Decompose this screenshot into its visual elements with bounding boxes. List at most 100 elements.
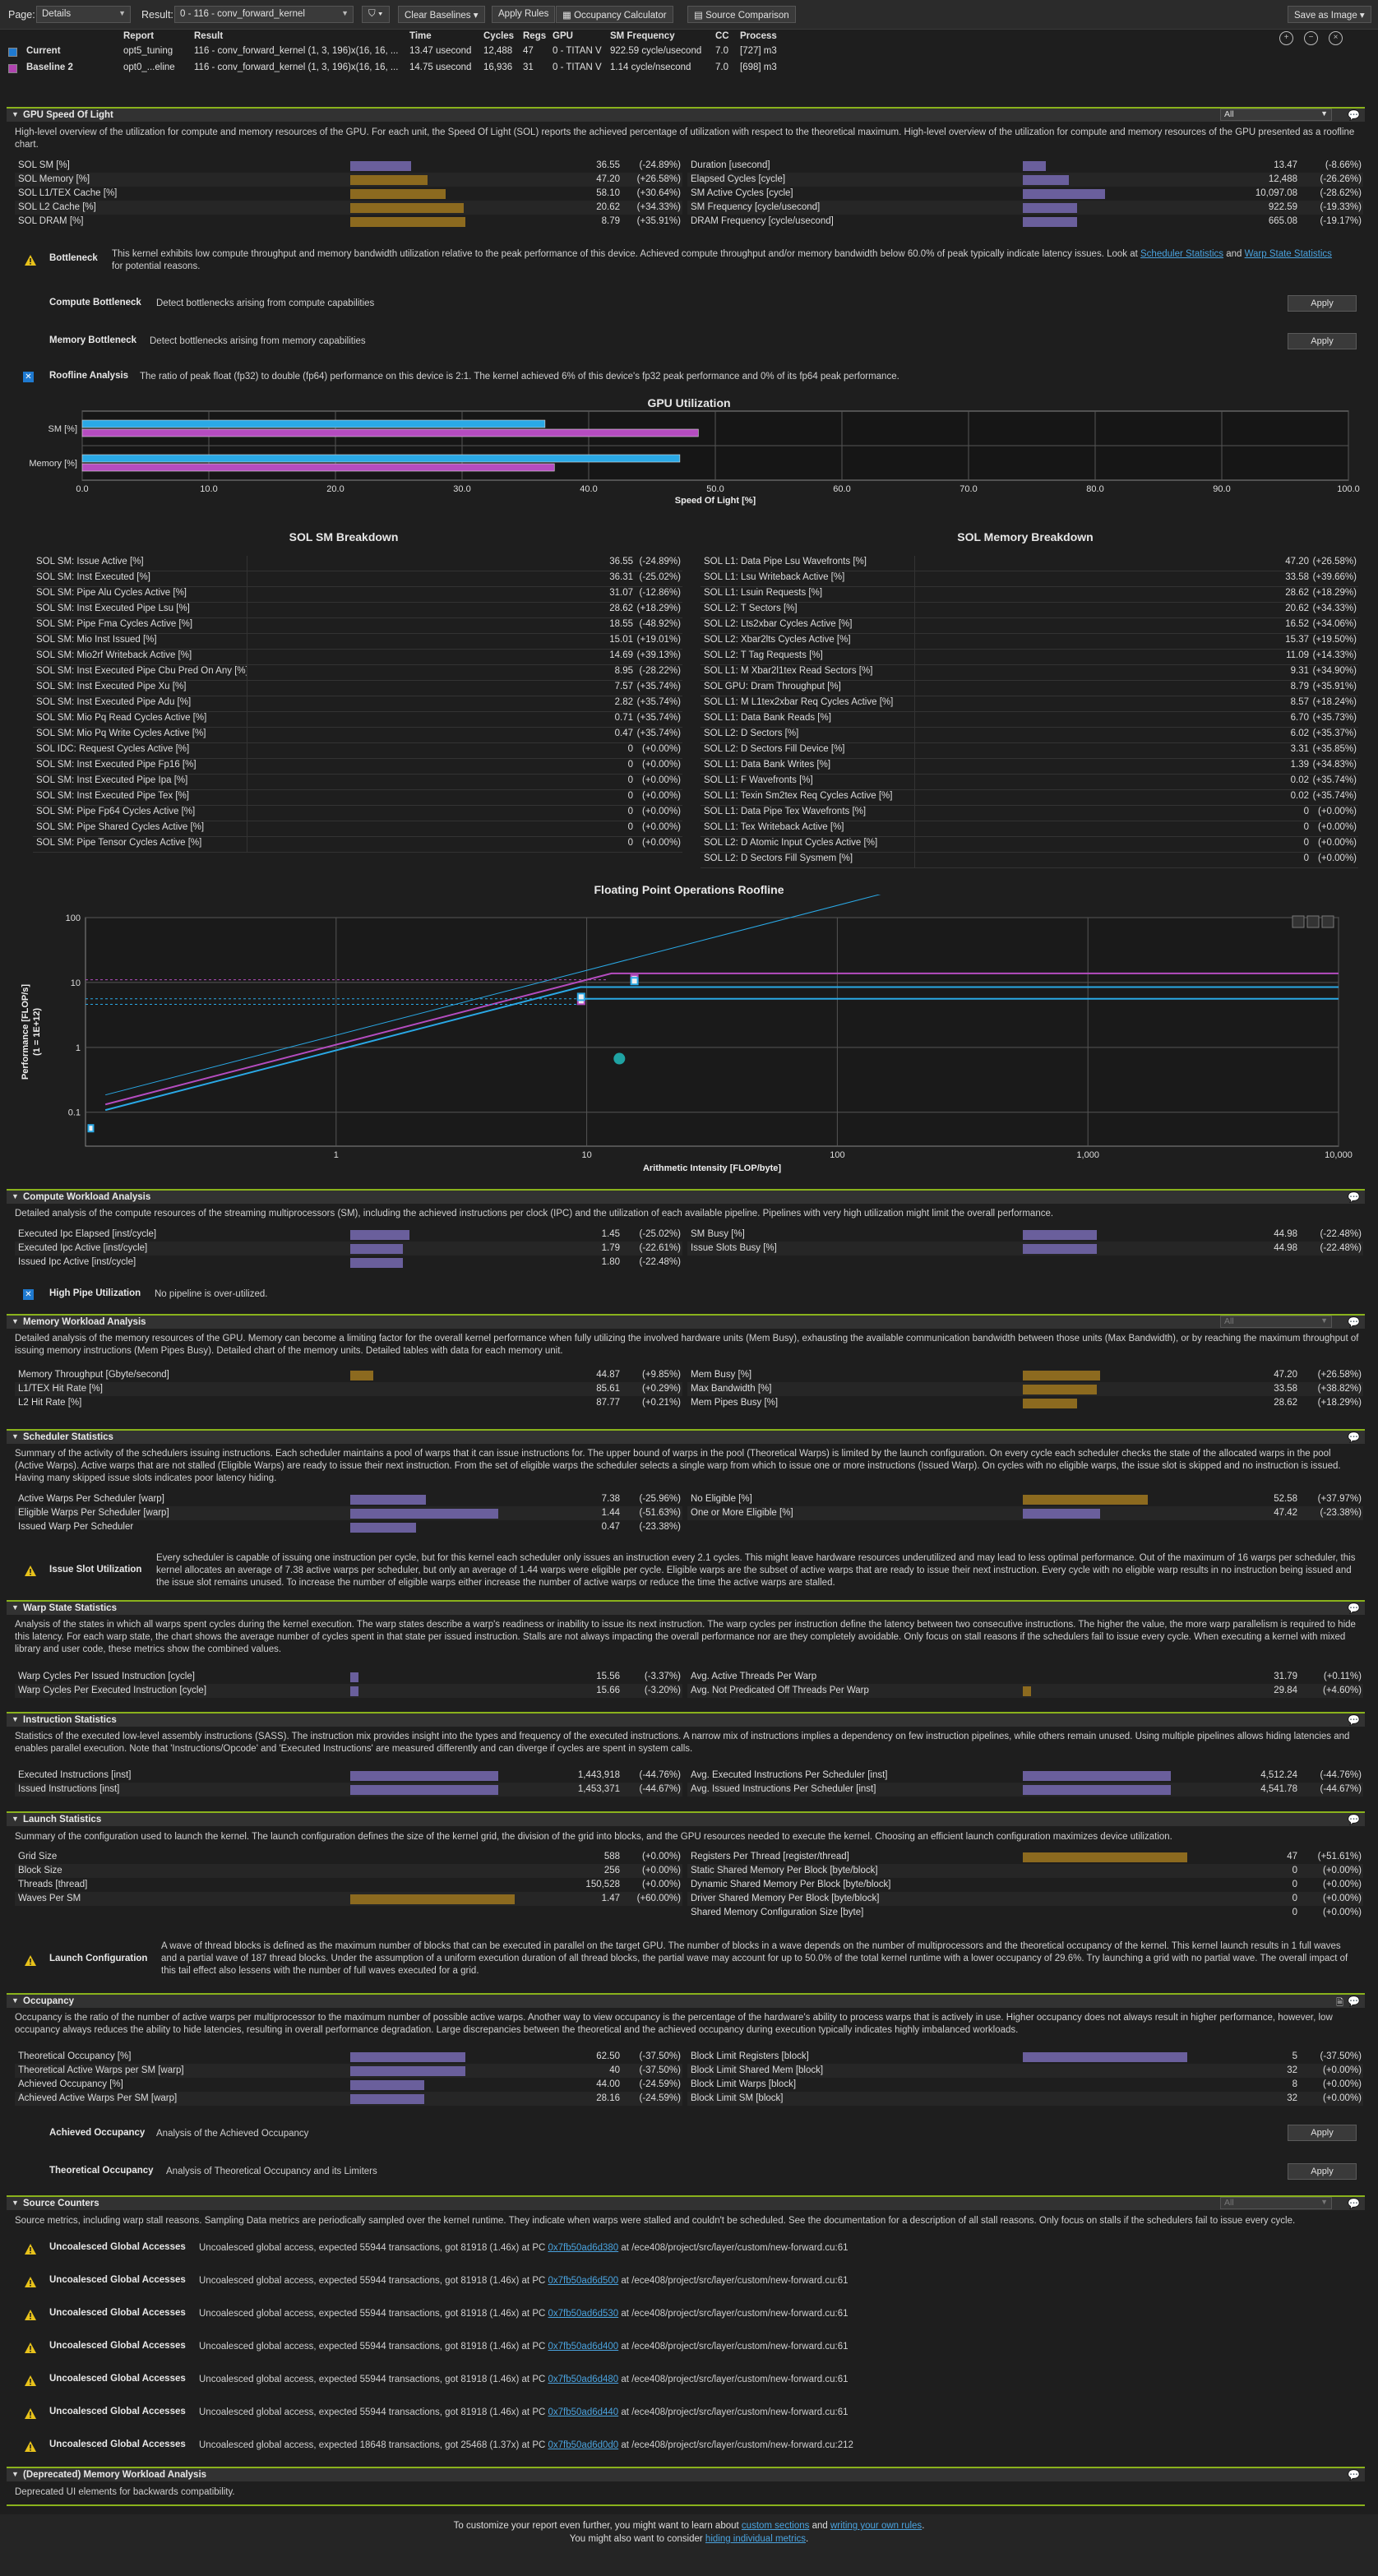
collapse-triangle-icon[interactable]: ▼ <box>12 1603 19 1612</box>
pc-link[interactable]: 0x7fb50ad6d0d0 <box>548 2440 619 2450</box>
section-title: Instruction Statistics <box>23 1715 117 1725</box>
metric-delta: (-22.48%) <box>1320 1229 1362 1239</box>
metric-value: 1.79 <box>601 1243 620 1253</box>
comment-icon[interactable]: 💬 <box>1348 1996 1360 2007</box>
calculator-icon: ▦ <box>562 11 575 21</box>
collapse-triangle-icon[interactable]: ▼ <box>12 2199 19 2207</box>
breakdown-delta: (-25.02%) <box>639 572 682 582</box>
section-header-source-counters[interactable]: ▼ Source Counters All ▼ 💬 <box>7 2195 1365 2210</box>
breakdown-row: SOL SM: Mio Pq Write Cycles Active [%] 0.… <box>33 728 682 743</box>
breakdown-row: SOL L2: D Atomic Input Cycles Active [%]… <box>701 837 1358 853</box>
comment-icon[interactable]: 💬 <box>1348 2198 1360 2209</box>
result-select[interactable]: 0 - 116 - conv_forward_kernel ▼ <box>174 6 354 23</box>
baseline-color-swatch[interactable] <box>8 64 17 73</box>
result-label: Result: <box>141 9 173 21</box>
collapse-triangle-icon[interactable]: ▼ <box>12 1432 19 1441</box>
section-filter-select[interactable]: All ▼ <box>1220 1316 1332 1328</box>
collapse-triangle-icon[interactable]: ▼ <box>12 1192 19 1200</box>
x-tick-label: 1 <box>334 1150 339 1160</box>
achieved-occupancy-apply-button[interactable]: Apply <box>1288 2125 1357 2141</box>
section-header-deprecated-memory-workload[interactable]: ▼ (Deprecated) Memory Workload Analysis 💬 <box>7 2467 1365 2481</box>
section-header-occupancy[interactable]: ▼ Occupancy 🗎 💬 <box>7 1993 1365 2008</box>
metric-row: Executed Ipc Elapsed [inst/cycle] 1.45 (-2… <box>15 1228 682 1242</box>
compute-bottleneck-apply-button[interactable]: Apply <box>1288 295 1357 312</box>
comment-icon[interactable]: 💬 <box>1348 1602 1360 1614</box>
metric-row: SOL DRAM [%] 8.79 (+35.91%) <box>15 215 682 229</box>
collapse-triangle-icon[interactable]: ▼ <box>12 2470 19 2478</box>
tick-label: 40.0 <box>580 484 597 494</box>
theoretical-occupancy-apply-button[interactable]: Apply <box>1288 2163 1357 2180</box>
collapse-triangle-icon[interactable]: ▼ <box>12 1996 19 2005</box>
comment-icon[interactable]: 💬 <box>1348 1714 1360 1726</box>
metric-name: Active Warps Per Scheduler [warp] <box>18 1494 164 1504</box>
hiding-metrics-link[interactable]: hiding individual metrics <box>705 2534 806 2544</box>
page-select[interactable]: Details ▼ <box>36 6 131 23</box>
collapse-triangle-icon[interactable]: ▼ <box>12 1815 19 1823</box>
source-comparison-button[interactable]: ▤ Source Comparison <box>687 6 796 23</box>
comment-icon[interactable]: 💬 <box>1348 109 1360 121</box>
section-header-warp-state-statistics[interactable]: ▼ Warp State Statistics 💬 <box>7 1600 1365 1615</box>
comment-icon[interactable]: 💬 <box>1348 1191 1360 1203</box>
breakdown-row: SOL IDC: Request Cycles Active [%] 0 (+0.0… <box>33 743 682 759</box>
chevron-down-icon: ▼ <box>1320 1316 1328 1325</box>
breakdown-metric-name: SOL SM: Pipe Shared Cycles Active [%] <box>36 822 205 832</box>
uncoalesced-body: Uncoalesced global access, expected 5594… <box>199 2407 546 2417</box>
save-as-image-button[interactable]: Save as Image ▾ <box>1288 6 1371 23</box>
baseline-color-swatch[interactable] <box>8 48 17 57</box>
zoom-out-icon <box>1306 915 1320 928</box>
pc-link[interactable]: 0x7fb50ad6d380 <box>548 2243 619 2253</box>
divider <box>914 837 915 852</box>
section-header-instruction-statistics[interactable]: ▼ Instruction Statistics 💬 <box>7 1712 1365 1727</box>
section-header-launch-statistics[interactable]: ▼ Launch Statistics 💬 <box>7 1811 1365 1826</box>
pc-link[interactable]: 0x7fb50ad6d530 <box>548 2309 619 2319</box>
section-header-memory-workload-analysis[interactable]: ▼ Memory Workload Analysis All ▼ 💬 <box>7 1314 1365 1329</box>
breakdown-delta: (+18.24%) <box>1312 697 1357 707</box>
clear-baselines-button[interactable]: Clear Baselines ▾ <box>398 6 485 23</box>
document-icon[interactable]: 🗎 <box>1336 1996 1343 2011</box>
pc-link[interactable]: 0x7fb50ad6d500 <box>548 2276 619 2286</box>
metric-name: Waves Per SM <box>18 1894 81 1903</box>
breakdown-metric-name: SOL SM: Issue Active [%] <box>36 557 144 567</box>
filter-button[interactable]: ⛉ ▾ <box>362 6 390 23</box>
writing-rules-link[interactable]: writing your own rules <box>830 2521 922 2531</box>
comment-icon[interactable]: 💬 <box>1348 2469 1360 2481</box>
breakdown-row: SOL SM: Pipe Shared Cycles Active [%] 0 (+… <box>33 821 682 837</box>
section-header-scheduler-statistics[interactable]: ▼ Scheduler Statistics 💬 <box>7 1429 1365 1444</box>
metric-delta: (-25.96%) <box>639 1494 682 1504</box>
collapse-triangle-icon[interactable]: ▼ <box>12 1715 19 1723</box>
warp-state-statistics-link[interactable]: Warp State Statistics <box>1245 249 1332 259</box>
pc-link[interactable]: 0x7fb50ad6d400 <box>548 2342 619 2352</box>
occupancy-calculator-button[interactable]: ▦ Occupancy Calculator <box>556 6 673 23</box>
section-header-compute-workload-analysis[interactable]: ▼ Compute Workload Analysis 💬 <box>7 1189 1365 1204</box>
divider <box>914 696 915 711</box>
section-description: High-level overview of the utilization f… <box>15 127 1355 150</box>
collapse-triangle-icon[interactable]: ▼ <box>12 110 19 118</box>
footer-text: You might also want to consider <box>569 2534 703 2544</box>
comment-icon[interactable]: 💬 <box>1348 1431 1360 1443</box>
remove-baseline-icon[interactable]: − <box>1304 31 1318 45</box>
apply-rules-button[interactable]: Apply Rules <box>492 6 556 23</box>
metric-value: 44.98 <box>1274 1229 1297 1239</box>
launch-config-text: A wave of thread blocks is defined as th… <box>161 1941 1348 1976</box>
metric-name: Issued Ipc Active [inst/cycle] <box>18 1257 136 1267</box>
comment-icon[interactable]: 💬 <box>1348 1316 1360 1328</box>
uncoalesced-title: Uncoalesced Global Accesses <box>49 2341 186 2351</box>
metric-value: 922.59 <box>1268 202 1297 212</box>
comment-icon[interactable]: 💬 <box>1348 1814 1360 1825</box>
breakdown-value: 0 <box>1303 853 1309 863</box>
pc-link[interactable]: 0x7fb50ad6d480 <box>548 2375 619 2384</box>
collapse-triangle-icon[interactable]: ▼ <box>12 1317 19 1325</box>
pc-link[interactable]: 0x7fb50ad6d440 <box>548 2407 619 2417</box>
section-header-gpu-speed-of-light[interactable]: ▼ GPU Speed Of Light All ▼ 💬 <box>7 107 1365 122</box>
custom-sections-link[interactable]: custom sections <box>742 2521 809 2531</box>
section-filter-select[interactable]: All ▼ <box>1220 2197 1332 2209</box>
scheduler-statistics-link[interactable]: Scheduler Statistics <box>1140 249 1223 259</box>
section-filter-select[interactable]: All ▼ <box>1220 109 1332 121</box>
clear-icon[interactable]: × <box>1329 31 1343 45</box>
memory-bottleneck-apply-button[interactable]: Apply <box>1288 333 1357 349</box>
add-baseline-icon[interactable]: + <box>1279 31 1293 45</box>
metric-row: Memory Throughput [Gbyte/second] 44.87 (+9… <box>15 1368 682 1382</box>
source-location: at /ece408/project/src/layer/custom/new-… <box>621 2407 849 2417</box>
breakdown-delta: (+34.83%) <box>1312 760 1357 770</box>
breakdown-value: 0 <box>627 838 633 848</box>
